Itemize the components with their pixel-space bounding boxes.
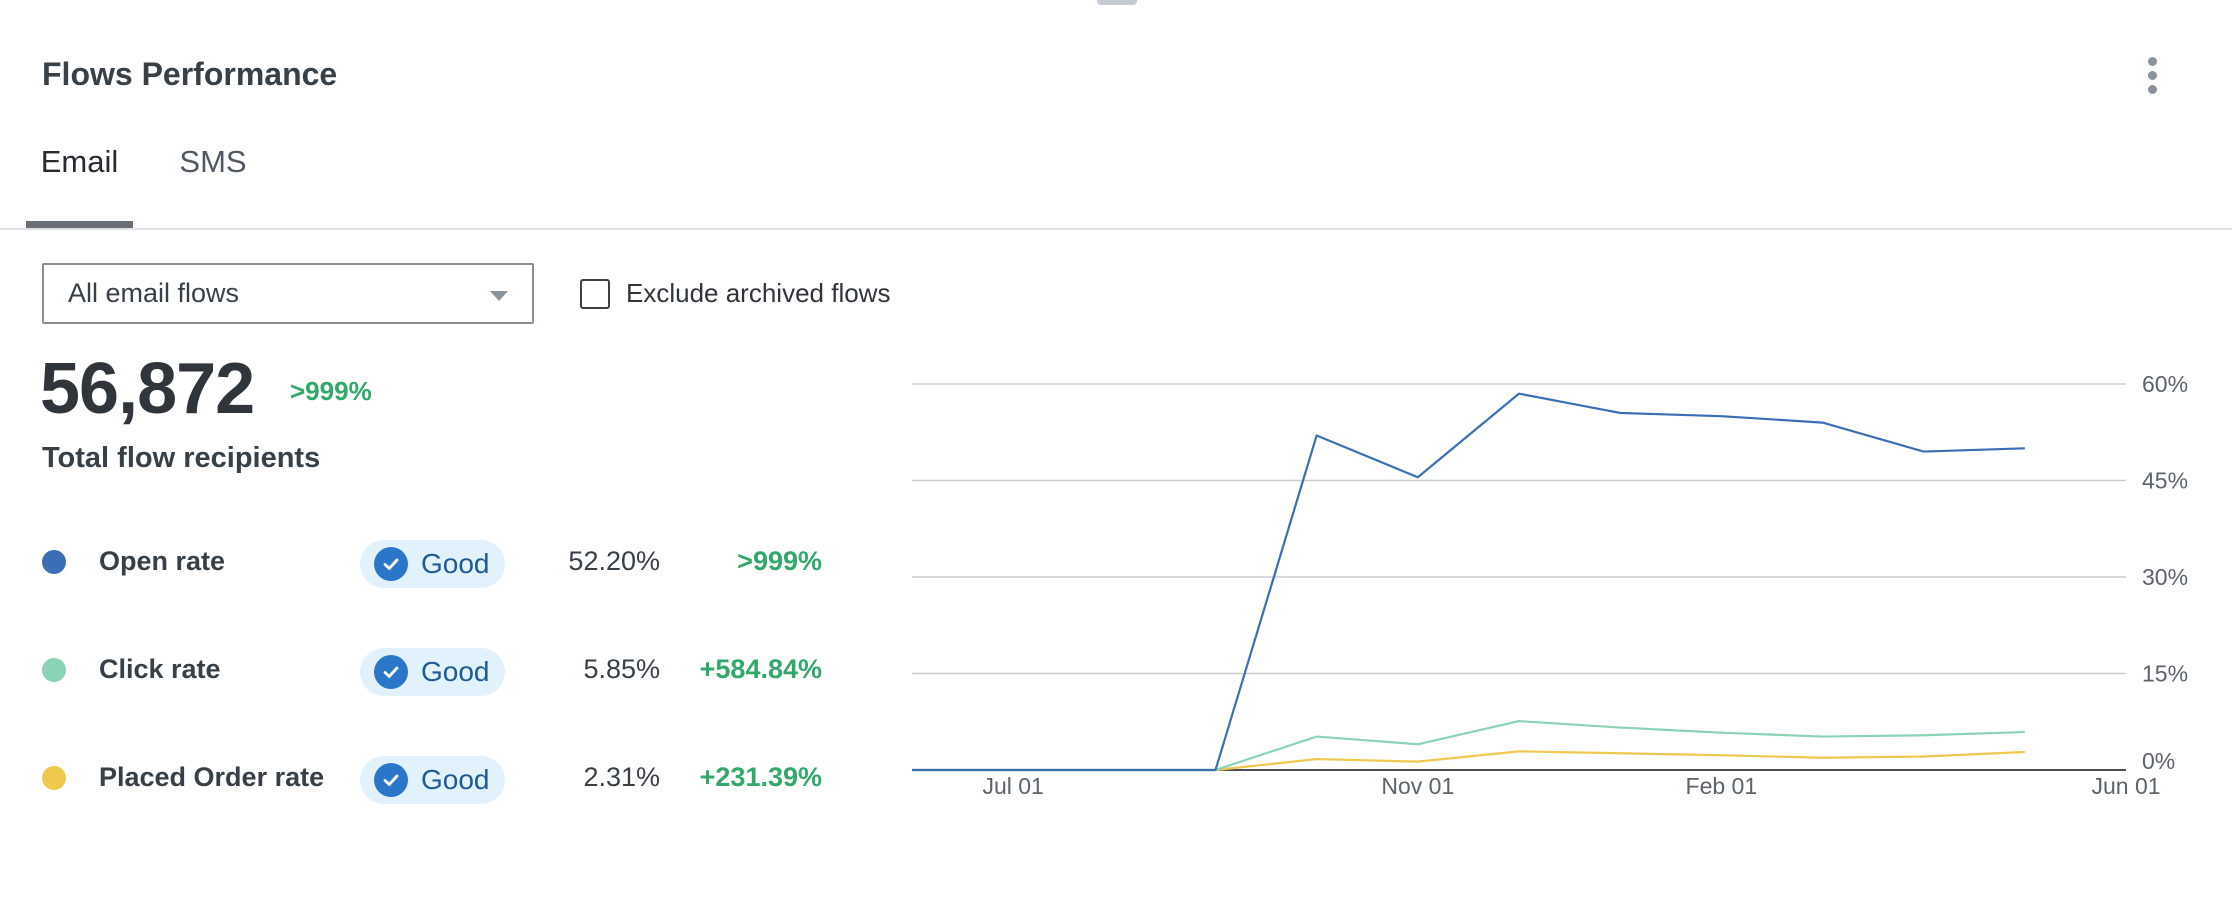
x-tick-label: Jul 01: [982, 773, 1043, 799]
performance-chart: 0% 15% 30% 45% 60% Jul 01 Nov 01 Feb 01 Jun 01: [911, 371, 2188, 799]
series-line: [912, 750, 2025, 772]
series-line: [912, 720, 2025, 772]
x-tick-label: Jun 01: [2091, 773, 2160, 799]
x-tick-label: Nov 01: [1381, 773, 1454, 799]
y-tick-label: 30%: [2142, 564, 2188, 590]
y-tick-label: 0%: [2142, 748, 2175, 774]
y-tick-label: 45%: [2142, 468, 2188, 494]
x-tick-label: Feb 01: [1686, 773, 1758, 799]
y-tick-label: 60%: [2142, 371, 2188, 397]
y-tick-label: 15%: [2142, 661, 2188, 687]
series-line: [912, 392, 2025, 772]
